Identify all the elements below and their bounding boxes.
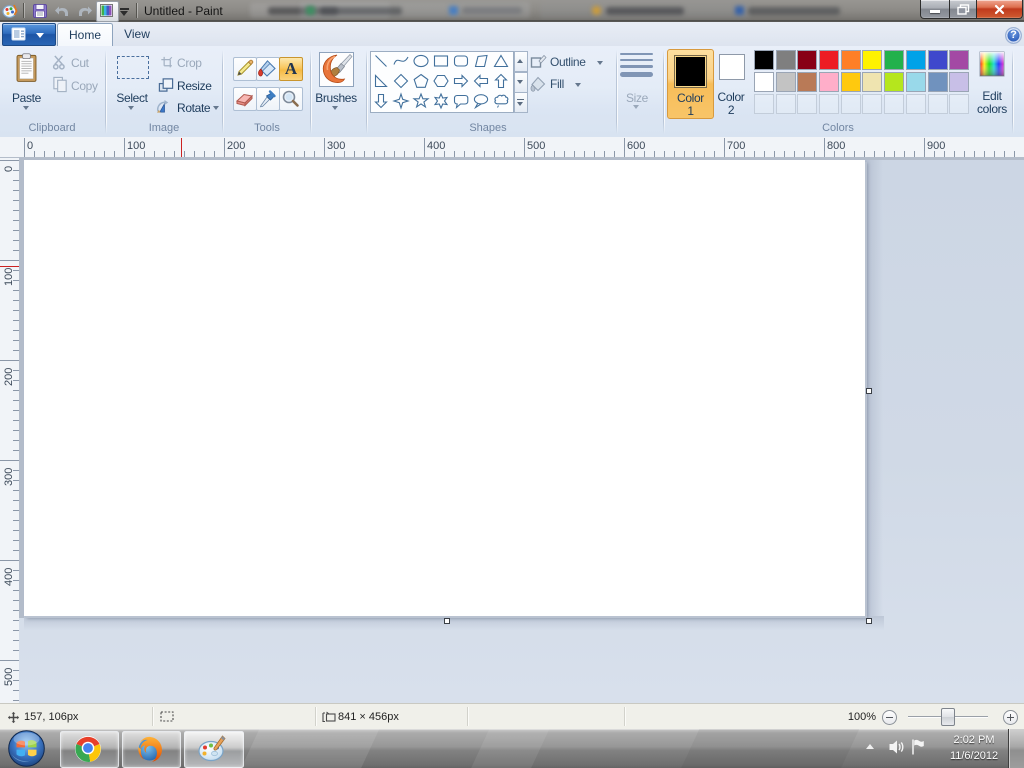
svg-text:400: 400	[3, 568, 15, 586]
svg-text:300: 300	[3, 468, 15, 486]
svg-text:0: 0	[3, 166, 15, 172]
svg-text:200: 200	[3, 368, 15, 386]
svg-text:500: 500	[3, 668, 15, 686]
svg-text:100: 100	[3, 268, 15, 286]
